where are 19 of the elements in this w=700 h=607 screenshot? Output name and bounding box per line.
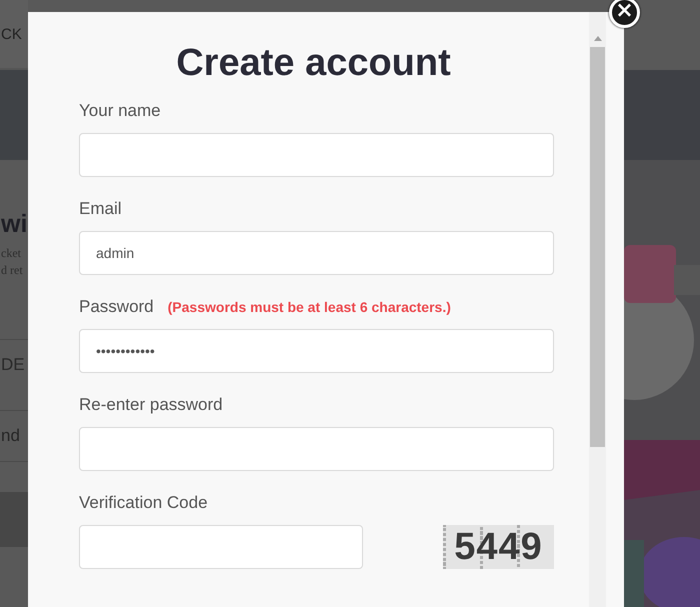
scroll-up-icon[interactable] — [594, 36, 602, 41]
input-field[interactable]: admin — [79, 231, 554, 275]
captcha-image: 5449 — [443, 525, 554, 569]
scrollbar-thumb[interactable] — [590, 47, 605, 447]
dialog-title: Create account — [175, 42, 452, 85]
footer-bar — [0, 492, 28, 547]
input-field[interactable] — [79, 525, 363, 569]
input-field[interactable] — [79, 427, 554, 471]
close-button[interactable]: × — [609, 0, 640, 28]
validation-message: (Passwords must be at least 6 characters.) — [168, 299, 451, 315]
input-field[interactable]: •••••••••••• — [79, 329, 554, 373]
field-label: Verification Code — [79, 493, 208, 513]
input-field[interactable] — [79, 133, 554, 177]
field-label: Password — [79, 297, 154, 317]
nav-text: CK — [1, 26, 22, 42]
field-label: Email — [79, 199, 122, 219]
field-label: Re-enter password — [79, 395, 223, 415]
field-label: Your name — [79, 101, 161, 121]
page-heading: wi — [1, 210, 28, 239]
